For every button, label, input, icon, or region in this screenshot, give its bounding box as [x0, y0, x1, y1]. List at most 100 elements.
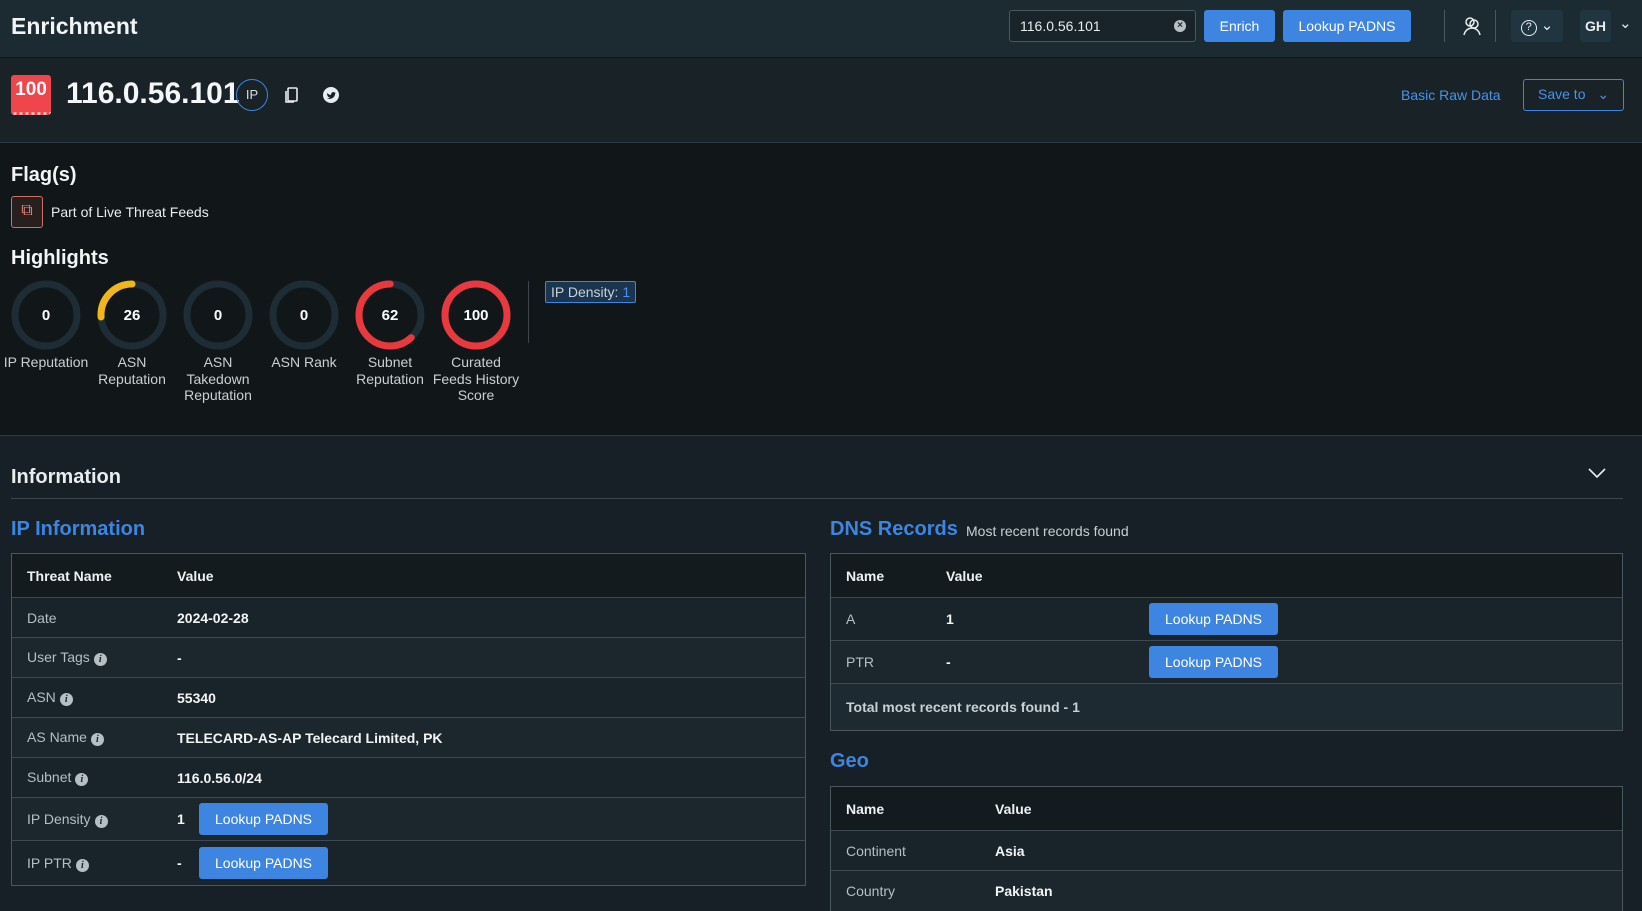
column-header: Value [946, 567, 983, 584]
row-value: - [177, 855, 182, 871]
save-to-button[interactable]: Save to ⌄ [1523, 79, 1624, 111]
gauge-label: IP Reputation [3, 354, 89, 370]
row-name: PTR [846, 654, 874, 670]
gauge-ring: 0 [11, 280, 81, 350]
info-icon[interactable]: i [75, 858, 89, 872]
dns-subtitle: Most recent records found [966, 523, 1129, 539]
row-name: Date [27, 610, 57, 626]
highlights-title: Highlights [11, 247, 109, 269]
info-icon[interactable]: i [90, 733, 104, 746]
users-icon[interactable] [1460, 14, 1484, 43]
divider [528, 281, 529, 343]
row-name: IP Density i [27, 811, 108, 828]
row-name: IP PTR i [27, 855, 89, 872]
table-row: PTR - Lookup PADNS [831, 641, 1622, 684]
chevron-down-icon: ⌄ [1540, 17, 1554, 34]
save-to-label: Save to [1538, 86, 1586, 102]
dns-records-table: Name Value A 1 Lookup PADNS PTR - Lookup PADNS… [830, 553, 1623, 731]
row-name: AS Name i [27, 729, 104, 746]
highlight-gauge: 62 Subnet Reputation [355, 280, 425, 387]
help-icon: ? [1520, 20, 1537, 36]
gauge-ring: 0 [269, 280, 339, 350]
row-name-text: AS Name [27, 729, 87, 745]
total-row: Total most recent records found - 1 [831, 684, 1622, 730]
info-icon[interactable]: i [75, 773, 89, 786]
table-row: ASN i 55340 [12, 678, 805, 718]
table-row: Continent Asia [831, 831, 1622, 871]
density-value: 1 [622, 284, 631, 300]
row-name-text: ASN [27, 689, 56, 705]
enrich-button[interactable]: Enrich [1204, 10, 1275, 42]
info-icon[interactable]: i [93, 653, 107, 666]
gauge-label: ASN Takedown Reputation [184, 354, 252, 403]
row-name: User Tags i [27, 649, 107, 666]
geo-title: Geo [830, 750, 869, 772]
row-value: TELECARD-AS-AP Telecard Limited, PK [177, 729, 443, 746]
gauge-label: ASN Reputation [98, 354, 166, 387]
help-menu[interactable]: ? ⌄ [1511, 10, 1563, 42]
chevron-down-icon[interactable]: ⌄ [1619, 14, 1632, 32]
row-value: Pakistan [995, 883, 1053, 899]
gauge-ring: 100 [441, 280, 511, 350]
gauge-value: 0 [214, 307, 222, 324]
gauge-ring: 26 [97, 280, 167, 350]
table-row: IP Density i 1 Lookup PADNS [12, 798, 805, 841]
highlight-gauge: 0 IP Reputation [4, 280, 88, 371]
geo-table: Name Value Continent Asia Country Pakistan [830, 786, 1623, 911]
lookup-padns-button[interactable]: Lookup PADNS [1149, 646, 1279, 678]
table-row: A 1 Lookup PADNS [831, 598, 1622, 641]
gauge-label: Curated Feeds History Score [432, 354, 520, 403]
flags-title: Flag(s) [11, 164, 77, 186]
search-input[interactable]: 116.0.56.101 × [1009, 10, 1196, 42]
clear-icon[interactable]: × [1174, 20, 1186, 32]
basic-raw-data-link[interactable]: Basic Raw Data [1401, 87, 1501, 103]
flag-label: Part of Live Threat Feeds [51, 204, 209, 220]
highlight-gauge: 0 ASN Rank [269, 280, 339, 371]
row-value: 1 [946, 611, 954, 627]
row-value: 55340 [177, 689, 216, 706]
twitter-icon[interactable] [322, 86, 340, 109]
lookup-padns-button[interactable]: Lookup PADNS [199, 803, 329, 835]
row-value: - [946, 654, 951, 670]
lookup-padns-button[interactable]: Lookup PADNS [1149, 603, 1279, 635]
highlight-gauge: 100 Curated Feeds History Score [433, 280, 519, 404]
user-avatar[interactable]: GH [1580, 10, 1611, 42]
collapse-chevron-icon[interactable] [1587, 466, 1607, 485]
table-row: Date 2024-02-28 [12, 598, 805, 638]
highlight-gauge: 0 ASN Takedown Reputation [183, 280, 253, 404]
row-value: 116.0.56.0/24 [177, 769, 262, 786]
row-name: Subnet i [27, 769, 89, 786]
app-title: Enrichment [11, 13, 138, 39]
info-icon[interactable]: i [94, 814, 108, 828]
gauge-label: ASN Rank [271, 354, 337, 370]
row-name-text: User Tags [27, 649, 90, 665]
table-row: AS Name i TELECARD-AS-AP Telecard Limited,… [12, 718, 805, 758]
row-name-text: Subnet [27, 769, 72, 785]
risk-score-badge: 100 [11, 75, 51, 115]
lookup-padns-button[interactable]: Lookup PADNS [199, 847, 329, 879]
row-name-text: IP PTR [27, 854, 72, 871]
info-icon[interactable]: i [59, 693, 73, 706]
row-name: Country [846, 883, 896, 899]
table-row: Subnet i 116.0.56.0/24 [12, 758, 805, 798]
row-value: 2024-02-28 [177, 609, 249, 626]
dns-records-title: DNS Records [830, 518, 958, 540]
gauge-value: 100 [463, 307, 488, 324]
row-name: ASN i [27, 689, 73, 706]
row-name: Continent [846, 842, 906, 859]
column-header: Name [846, 567, 885, 584]
gauge-value: 0 [42, 307, 50, 324]
column-header: Name [846, 800, 885, 817]
lookup-padns-button[interactable]: Lookup PADNS [1283, 10, 1411, 42]
row-name-text: IP Density [27, 810, 91, 827]
density-label: IP Density: [551, 284, 619, 300]
divider [1495, 10, 1496, 42]
gauge-value: 26 [124, 307, 141, 324]
highlight-gauge: 26 ASN Reputation [97, 280, 167, 387]
gauge-ring: 62 [355, 280, 425, 350]
ip-density-badge[interactable]: IP Density: 1 [545, 281, 637, 303]
copy-icon[interactable] [284, 86, 300, 109]
divider [1444, 10, 1445, 42]
chevron-down-icon: ⌄ [1597, 86, 1610, 102]
gauge-ring: 0 [183, 280, 253, 350]
